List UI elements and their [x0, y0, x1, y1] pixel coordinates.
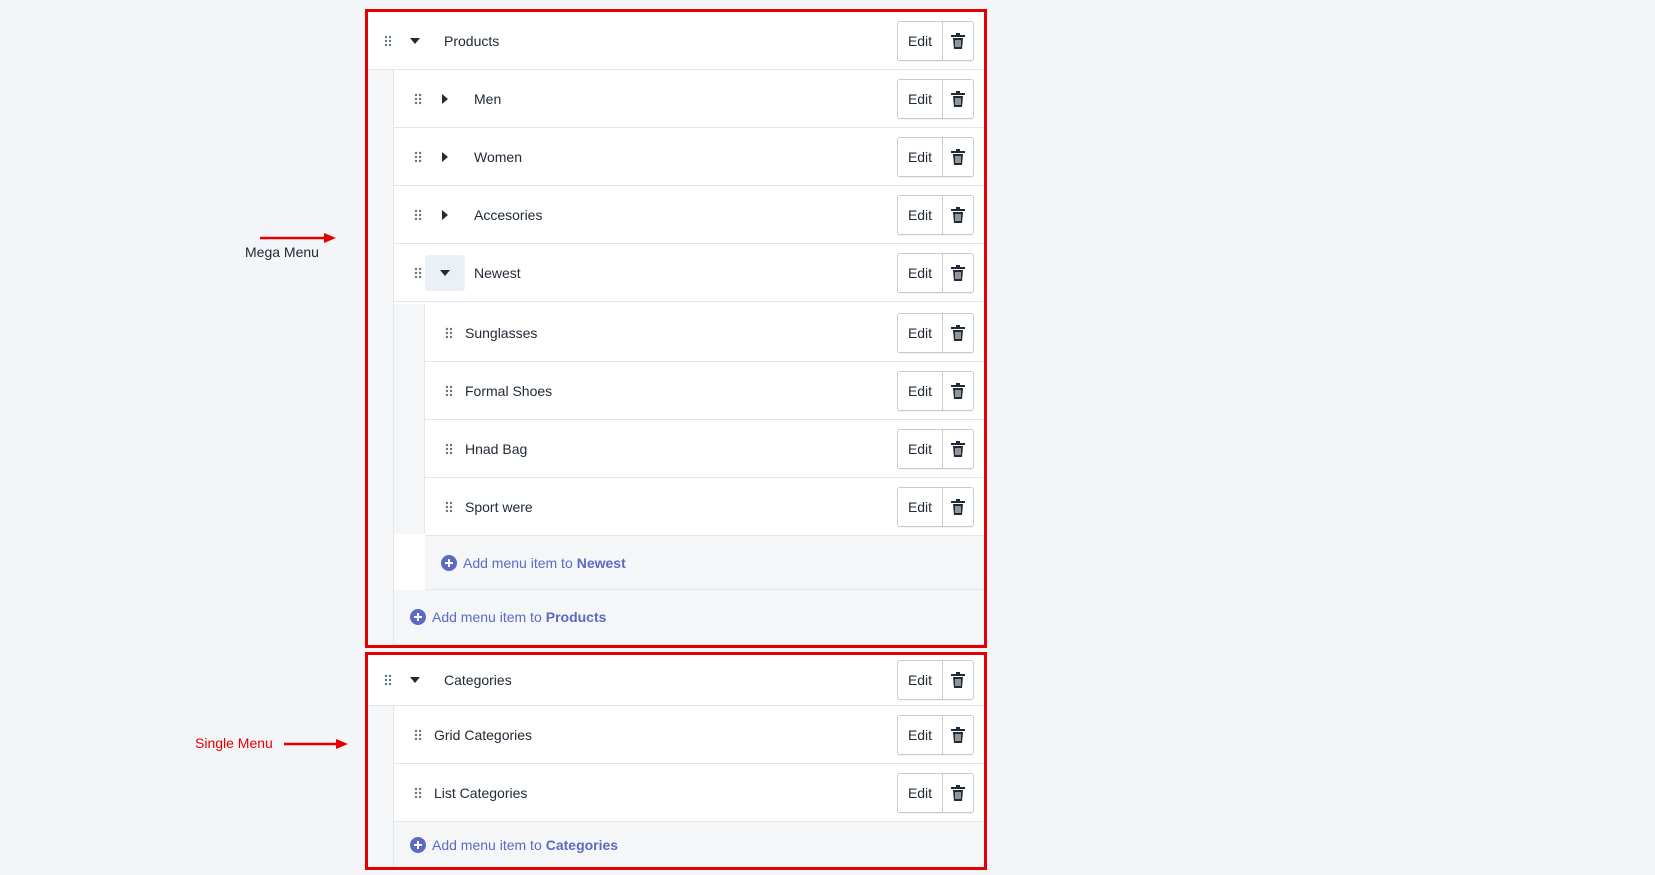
mega-menu-highlight-frame — [365, 9, 987, 648]
mega-menu-annotation: Mega Menu — [245, 244, 319, 260]
single-menu-highlight-frame — [365, 652, 987, 870]
single-menu-arrow-icon — [284, 739, 348, 749]
single-menu-annotation: Single Menu — [195, 735, 273, 751]
mega-menu-arrow-icon — [260, 233, 336, 243]
